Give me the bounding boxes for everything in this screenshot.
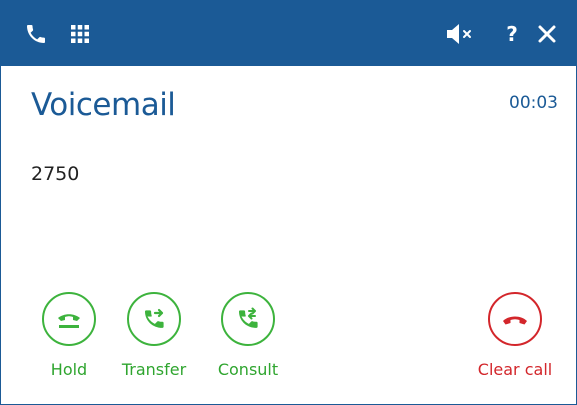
transfer-icon[interactable] [127, 292, 181, 346]
consult-icon[interactable] [221, 292, 275, 346]
keypad-icon[interactable] [67, 21, 93, 47]
transfer-label: Transfer [121, 360, 187, 379]
hold-icon[interactable] [42, 292, 96, 346]
consult-button[interactable]: Consult [207, 292, 289, 379]
hang-up-icon[interactable] [488, 292, 542, 346]
call-timer: 00:03 [509, 93, 558, 113]
clear-call-button[interactable]: Clear call [467, 292, 563, 379]
close-icon[interactable] [535, 22, 559, 46]
hold-label: Hold [50, 360, 88, 379]
call-number: 2750 [31, 163, 80, 185]
call-title: Voicemail [31, 87, 176, 123]
hold-button[interactable]: Hold [40, 292, 98, 379]
softphone-window: ? Voicemail 00:03 2750 Hold Transfer Con… [0, 0, 577, 405]
consult-label: Consult [217, 360, 279, 379]
speaker-muted-icon[interactable] [443, 21, 477, 47]
transfer-button[interactable]: Transfer [111, 292, 197, 379]
help-icon[interactable]: ? [501, 20, 523, 48]
phone-icon[interactable] [23, 21, 49, 47]
clear-call-label: Clear call [477, 360, 553, 379]
title-bar: ? [1, 1, 576, 66]
